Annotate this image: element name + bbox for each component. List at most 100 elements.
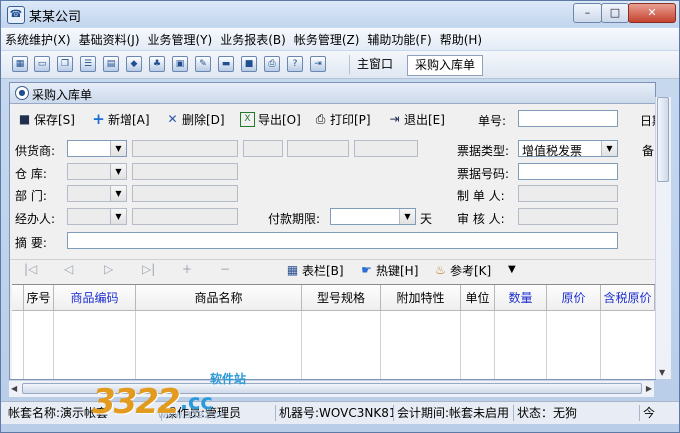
- department-label: 部 门:: [15, 189, 47, 203]
- grid-icon[interactable]: ▦: [12, 56, 28, 72]
- col-header-spec[interactable]: 型号规格: [302, 285, 381, 311]
- col-header-unit[interactable]: 单位: [461, 285, 495, 311]
- grid-column: [461, 311, 495, 379]
- save-button[interactable]: ■ 保存[S]: [18, 111, 75, 128]
- menu-system[interactable]: 系统维护(X): [1, 31, 75, 48]
- monitor-icon[interactable]: ▬: [218, 56, 234, 72]
- order-no-label: 单号:: [478, 114, 507, 128]
- payment-term-select[interactable]: ▼: [330, 208, 416, 225]
- last-record-icon[interactable]: ▷|: [142, 262, 155, 276]
- window-title: 某某公司: [29, 10, 82, 25]
- device-icon[interactable]: ▣: [172, 56, 188, 72]
- save-icon[interactable]: ■: [241, 56, 257, 72]
- department-select[interactable]: ▼: [67, 185, 127, 202]
- col-header-seq[interactable]: 序号: [24, 285, 54, 311]
- export-button[interactable]: X 导出[O]: [240, 111, 301, 128]
- reference-icon: ♨: [435, 263, 446, 277]
- supplier-name-field: [132, 140, 238, 157]
- add-button[interactable]: + 新增[A]: [92, 111, 149, 128]
- form-title: 采购入库单: [32, 88, 93, 102]
- item-grid: 序号 商品编码 商品名称 型号规格 附加特性 单位 数量 原价 含税原价: [12, 284, 655, 379]
- print-icon[interactable]: ⎙: [264, 56, 280, 72]
- grid-column: [302, 311, 381, 379]
- copy-icon[interactable]: ❐: [57, 56, 73, 72]
- scroll-left-icon[interactable]: ◀: [11, 384, 17, 393]
- print-button[interactable]: ⎙ 打印[P]: [314, 111, 371, 128]
- delete-x-icon: ✕: [167, 112, 178, 126]
- watermark-logo: 3322 .cc 软件站 www.3322.cc: [92, 370, 272, 425]
- reviewer-label: 审 核 人:: [457, 212, 505, 226]
- tag-icon[interactable]: ◆: [126, 56, 142, 72]
- chevron-down-icon: ▼: [110, 141, 126, 156]
- warehouse-label: 仓 库:: [15, 167, 47, 181]
- handler-label: 经办人:: [15, 212, 56, 226]
- reviewer-field: [518, 208, 618, 225]
- reference-dropdown-icon[interactable]: ▼: [508, 264, 516, 275]
- order-no-input[interactable]: [518, 110, 618, 127]
- menu-help[interactable]: 帮助(H): [436, 31, 486, 48]
- hotkey-button[interactable]: ☛ 热键[H]: [360, 262, 418, 279]
- supplier-select[interactable]: ▼: [67, 140, 127, 157]
- grid-column: [495, 311, 547, 379]
- note-icon[interactable]: ✎: [195, 56, 211, 72]
- delete-button[interactable]: ✕ 删除[D]: [166, 111, 224, 128]
- tab-purchase-receipt[interactable]: 采购入库单: [407, 55, 484, 76]
- form-title-bar: ● 采购入库单: [10, 83, 655, 104]
- menu-basic[interactable]: 基础资料(J): [75, 31, 144, 48]
- menu-accounts[interactable]: 帐务管理(Z): [290, 31, 364, 48]
- reference-button[interactable]: ♨ 参考[K]: [434, 262, 491, 279]
- invoice-no-label: 票据号码:: [457, 167, 510, 181]
- chart-icon[interactable]: ▤: [103, 56, 119, 72]
- chevron-down-icon: ▼: [110, 209, 126, 224]
- add-row-icon[interactable]: +: [182, 262, 192, 276]
- handler-select[interactable]: ▼: [67, 208, 127, 225]
- next-record-icon[interactable]: ▷: [104, 262, 113, 276]
- columns-button[interactable]: ▦ 表栏[B]: [286, 262, 344, 279]
- disk-icon: ■: [18, 112, 31, 126]
- minimize-button[interactable]: –: [573, 3, 602, 23]
- supplier-info-field-1: [243, 140, 283, 157]
- col-header-price[interactable]: 原价: [547, 285, 601, 311]
- col-header-attr[interactable]: 附加特性: [381, 285, 461, 311]
- help-icon[interactable]: ?: [287, 56, 303, 72]
- first-record-icon[interactable]: |◁: [24, 262, 37, 276]
- supplier-info-field-3: [354, 140, 418, 157]
- menu-business[interactable]: 业务管理(Y): [144, 31, 217, 48]
- maximize-button[interactable]: □: [601, 3, 629, 23]
- grid-toolbar: |◁ ◁ ▷ ▷| + − ▦ 表栏[B] ☛ 热键[H] ♨ 参考[K] ▼: [10, 259, 655, 280]
- invoice-no-input[interactable]: [518, 163, 618, 180]
- col-header-name[interactable]: 商品名称: [136, 285, 302, 311]
- menu-aux[interactable]: 辅助功能(F): [363, 31, 435, 48]
- exit-door-icon: ⇥: [389, 112, 400, 126]
- users-icon[interactable]: ♣: [149, 56, 165, 72]
- tab-main-window[interactable]: 主窗口: [349, 55, 400, 74]
- menu-reports[interactable]: 业务报表(B): [216, 31, 290, 48]
- prev-record-icon[interactable]: ◁: [64, 262, 73, 276]
- col-header-code[interactable]: 商品编码: [54, 285, 136, 311]
- watermark-url-text: www.3322.cc: [158, 410, 225, 421]
- vertical-scrollbar[interactable]: ▼: [655, 97, 671, 379]
- status-today: 今: [639, 405, 675, 421]
- window-icon[interactable]: ▭: [34, 56, 50, 72]
- days-label: 天: [420, 212, 433, 226]
- list-icon[interactable]: ☰: [80, 56, 96, 72]
- exit-button[interactable]: ⇥ 退出[E]: [388, 111, 444, 128]
- watermark-site-text: 软件站: [210, 372, 247, 386]
- scroll-right-icon[interactable]: ▶: [646, 384, 652, 393]
- scroll-down-icon[interactable]: ▼: [659, 368, 665, 377]
- summary-input[interactable]: [67, 232, 618, 249]
- maker-field: [518, 185, 618, 202]
- status-machine: 机器号:WOVC3NK81: [275, 405, 393, 421]
- warehouse-select[interactable]: ▼: [67, 163, 127, 180]
- menu-bar: 系统维护(X) 基础资料(J) 业务管理(Y) 业务报表(B) 帐务管理(Z) …: [1, 28, 679, 50]
- row-indicator-header: [12, 285, 24, 311]
- exit-icon[interactable]: ⇥: [310, 56, 326, 72]
- col-header-qty[interactable]: 数量: [495, 285, 547, 311]
- vertical-scroll-thumb[interactable]: [657, 97, 669, 182]
- col-header-tax-price[interactable]: 含税原价: [601, 285, 655, 311]
- close-button[interactable]: ✕: [628, 3, 676, 23]
- invoice-type-value: 增值税发票: [522, 144, 583, 158]
- status-period: 会计期间:帐套未启用: [393, 405, 513, 421]
- invoice-type-select[interactable]: 增值税发票 ▼: [518, 140, 618, 158]
- remove-row-icon[interactable]: −: [220, 262, 230, 276]
